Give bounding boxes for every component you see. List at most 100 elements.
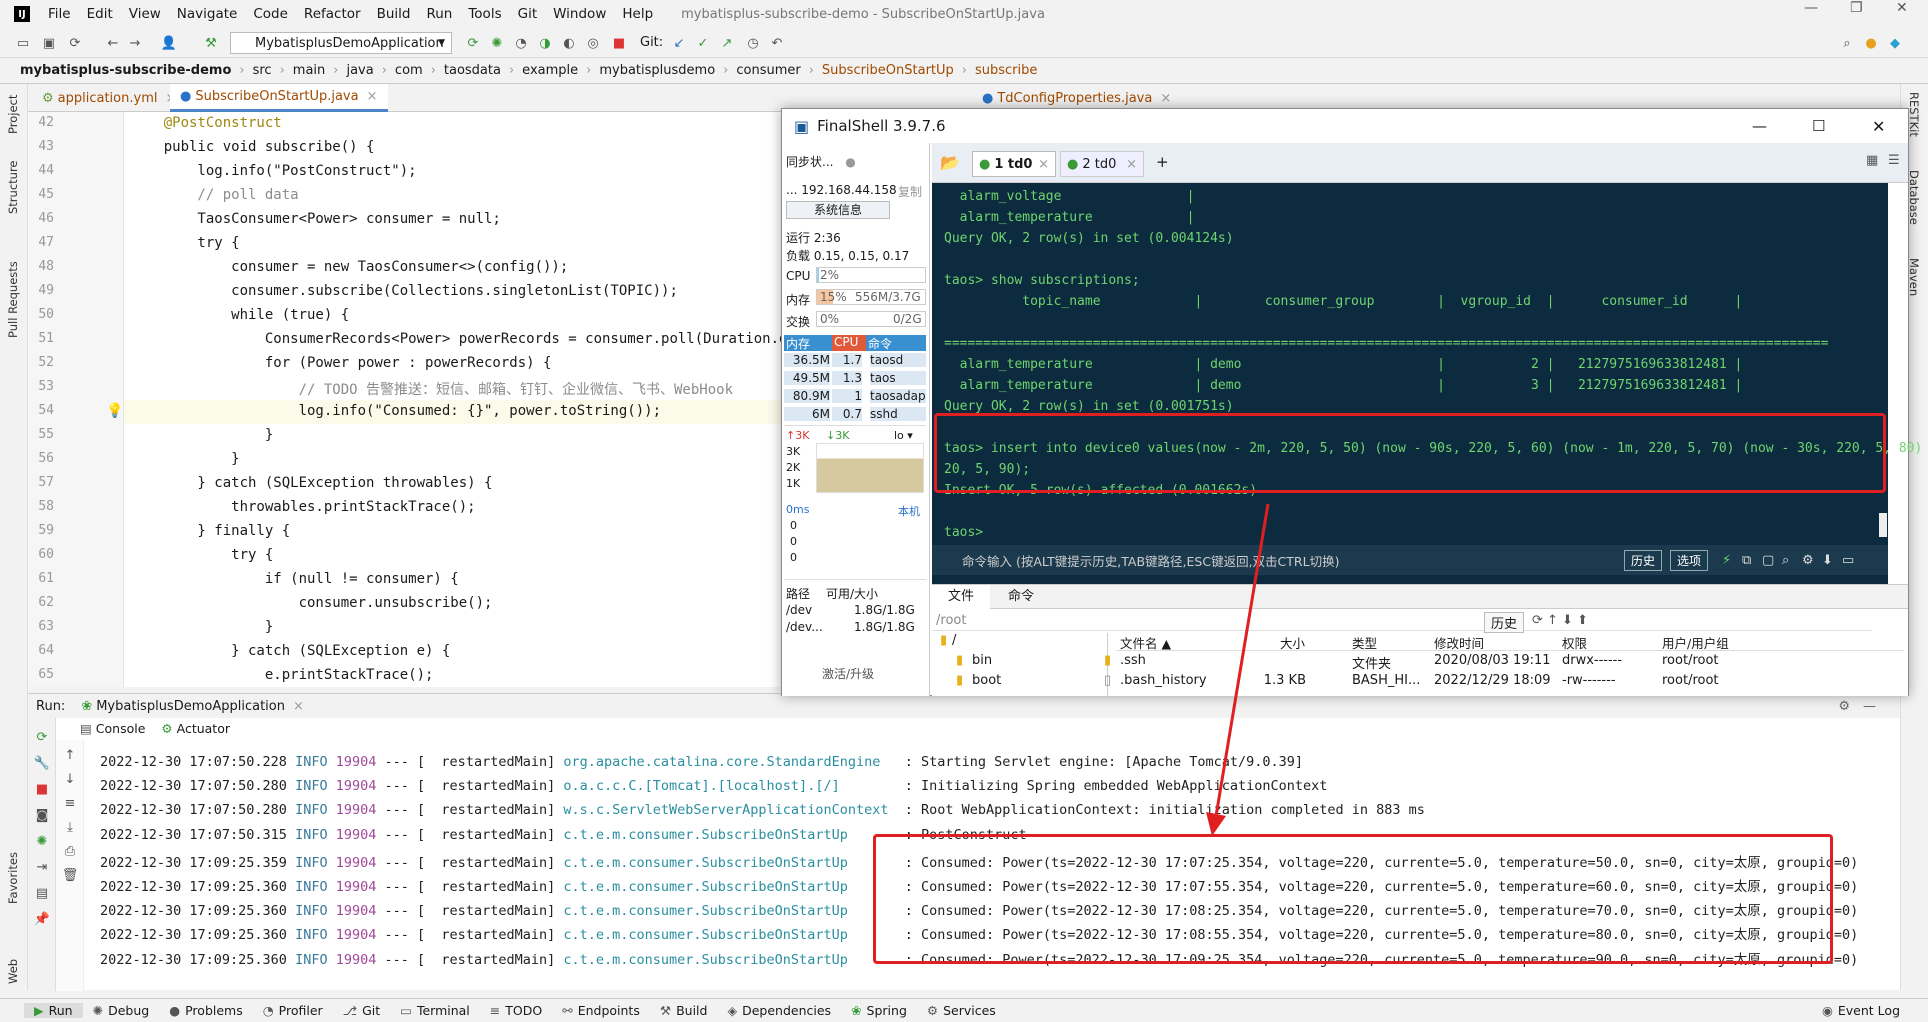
breadcrumb-consumer[interactable]: consumer <box>734 63 802 78</box>
path-input[interactable]: /root <box>936 613 966 628</box>
breadcrumb-com[interactable]: com <box>393 63 425 78</box>
update-icon[interactable]: ● <box>1862 34 1880 52</box>
ping-host[interactable]: 本机 <box>898 503 920 519</box>
col-name[interactable]: 文件名 ▲ <box>1120 633 1171 652</box>
debug-icon[interactable]: ✺ <box>33 832 51 850</box>
path-history-button[interactable]: 历史 <box>1484 612 1525 633</box>
git-rollback-icon[interactable]: ↶ <box>768 34 786 52</box>
coverage-icon[interactable]: ◔ <box>512 34 530 52</box>
close-tab-icon[interactable]: × <box>1160 91 1171 106</box>
folder-icon[interactable]: 📂 <box>940 153 960 172</box>
breadcrumb-example[interactable]: example <box>520 63 580 78</box>
menu-window[interactable]: Window <box>545 6 614 22</box>
scroll-end-icon[interactable]: ⤓ <box>61 818 79 836</box>
structure-tool-tab[interactable]: Structure <box>6 161 20 215</box>
debug-icon[interactable]: ✺ <box>488 34 506 52</box>
col-modified[interactable]: 修改时间 <box>1434 633 1484 652</box>
breadcrumb-java[interactable]: java <box>344 63 375 78</box>
minimize-icon[interactable]: — <box>1804 0 1818 16</box>
status-debug[interactable]: ✺ Debug <box>83 1003 160 1018</box>
search-icon[interactable]: ⌕ <box>1838 34 1856 52</box>
menu-build[interactable]: Build <box>369 6 419 22</box>
tree-bin[interactable]: bin <box>972 653 992 668</box>
pin-icon[interactable]: 📌 <box>33 910 51 928</box>
hammer-icon[interactable]: ⚒ <box>202 34 220 52</box>
tab-console[interactable]: ▤ Console <box>72 718 153 740</box>
close-tab-icon[interactable]: × <box>1038 157 1049 172</box>
breadcrumb-main[interactable]: main <box>291 63 327 78</box>
tab-commands[interactable]: 命令 <box>992 585 1050 609</box>
status-todo[interactable]: ≡ TODO <box>480 1003 552 1018</box>
breadcrumb-src[interactable]: src <box>251 63 274 78</box>
rerun-icon[interactable]: ⟳ <box>464 34 482 52</box>
user-icon[interactable]: 👤 <box>160 34 178 52</box>
git-push-icon[interactable]: ↗ <box>718 34 736 52</box>
close-tab-icon[interactable]: × <box>1126 157 1137 172</box>
status-run[interactable]: ▶ Run <box>24 1003 83 1018</box>
settings-gear-icon[interactable]: ⚙ <box>1838 699 1850 714</box>
stop-icon[interactable]: ■ <box>33 780 51 798</box>
favorites-tool-tab[interactable]: Favorites <box>6 852 20 904</box>
path-bar[interactable]: /root 历史 ⟳ ↑ ⬇ ⬆ <box>932 611 1872 633</box>
status-services[interactable]: ⚙ Services <box>917 1003 1006 1018</box>
download-icon[interactable]: ⬇ <box>1822 553 1833 568</box>
menu-file[interactable]: File <box>40 6 79 22</box>
build-icon[interactable]: ◎ <box>584 34 602 52</box>
col-permissions[interactable]: 权限 <box>1562 633 1587 652</box>
tab-application-yml[interactable]: ⚙application.yml× <box>32 84 186 112</box>
exit-icon[interactable]: ⇥ <box>33 858 51 876</box>
menu-run[interactable]: Run <box>418 6 460 22</box>
refresh-icon[interactable]: ⟳ ↑ ⬇ ⬆ <box>1532 613 1588 628</box>
status-build[interactable]: ⚒ Build <box>650 1003 718 1018</box>
git-history-icon[interactable]: ◷ <box>744 34 762 52</box>
terminal-tab-1[interactable]: ● 1 td0 × <box>972 151 1056 177</box>
wrench-icon[interactable]: 🔧 <box>33 754 51 772</box>
menu-edit[interactable]: Edit <box>79 6 121 22</box>
breadcrumb-taosdata[interactable]: taosdata <box>442 63 503 78</box>
rerun-icon[interactable]: ⟳ <box>33 728 51 746</box>
back-icon[interactable]: ← <box>104 34 122 52</box>
copy-icon[interactable]: ⧉ <box>1742 553 1751 568</box>
status-terminal[interactable]: ▭ Terminal <box>390 1003 480 1018</box>
col-size[interactable]: 大小 <box>1280 633 1305 652</box>
col-owner[interactable]: 用户/用户组 <box>1662 633 1729 652</box>
save-icon[interactable]: ▣ <box>40 34 58 52</box>
fs-close-icon[interactable]: ✕ <box>1872 117 1885 136</box>
file-row[interactable]: ▯ .bash_history 1.3 KB BASH_HI... 2022/12/29… <box>1104 673 1904 693</box>
fullscreen-icon[interactable]: ▭ <box>1842 553 1854 568</box>
net-interface-select[interactable]: lo ▾ <box>894 429 913 442</box>
status-dependencies[interactable]: ◈ Dependencies <box>717 1003 841 1018</box>
breadcrumb-method[interactable]: subscribe <box>973 63 1039 78</box>
run-config-name[interactable]: MybatisplusDemoApplication <box>96 699 285 714</box>
forward-icon[interactable]: → <box>126 34 144 52</box>
add-tab-icon[interactable]: + <box>1156 153 1169 171</box>
database-tool-tab[interactable]: Database <box>1907 170 1921 225</box>
hide-panel-icon[interactable]: — <box>1863 699 1876 714</box>
pull-requests-tool-tab[interactable]: Pull Requests <box>6 261 20 338</box>
status-profiler[interactable]: ◔ Profiler <box>253 1003 333 1018</box>
fs-maximize-icon[interactable]: ☐ <box>1812 117 1825 135</box>
sync-icon[interactable]: ⟳ <box>66 34 84 52</box>
file-row[interactable]: ▮ .ssh 文件夹 2020/08/03 19:11 drwx------ root/r… <box>1104 653 1904 673</box>
layout-list-icon[interactable]: ☰ <box>1888 153 1900 168</box>
fs-minimize-icon[interactable]: — <box>1752 117 1767 135</box>
status-git[interactable]: ⎇ Git <box>333 1003 390 1018</box>
status-event-log[interactable]: ◉ Event Log <box>1812 1003 1910 1018</box>
tab-subscribeonstartup[interactable]: ● SubscribeOnStartUp.java × <box>170 84 388 112</box>
status-problems[interactable]: ● Problems <box>159 1003 253 1018</box>
lightbulb-icon[interactable]: 💡 <box>106 403 123 419</box>
menu-git[interactable]: Git <box>510 6 546 22</box>
git-update-icon[interactable]: ↙ <box>670 34 688 52</box>
scroll-down-icon[interactable]: ↓ <box>61 770 79 788</box>
code-editor[interactable]: 42 43 44 45 46 47 48 49 50 51 52 53 54 55 56 57 58 59 60 61… <box>28 112 784 687</box>
close-tab-icon[interactable]: × <box>367 89 378 104</box>
maven-tool-tab[interactable]: Maven <box>1907 258 1921 296</box>
search-icon[interactable]: ⌕ <box>1782 553 1789 568</box>
tab-actuator[interactable]: ⚙ Actuator <box>153 718 238 740</box>
layout-grid-icon[interactable]: ▦ <box>1866 153 1878 168</box>
web-tool-tab[interactable]: Web <box>6 959 20 984</box>
menu-navigate[interactable]: Navigate <box>169 6 246 22</box>
status-spring[interactable]: ❀ Spring <box>841 1003 917 1018</box>
paste-icon[interactable]: ▢ <box>1762 553 1774 568</box>
camera-icon[interactable]: ◙ <box>33 806 51 824</box>
